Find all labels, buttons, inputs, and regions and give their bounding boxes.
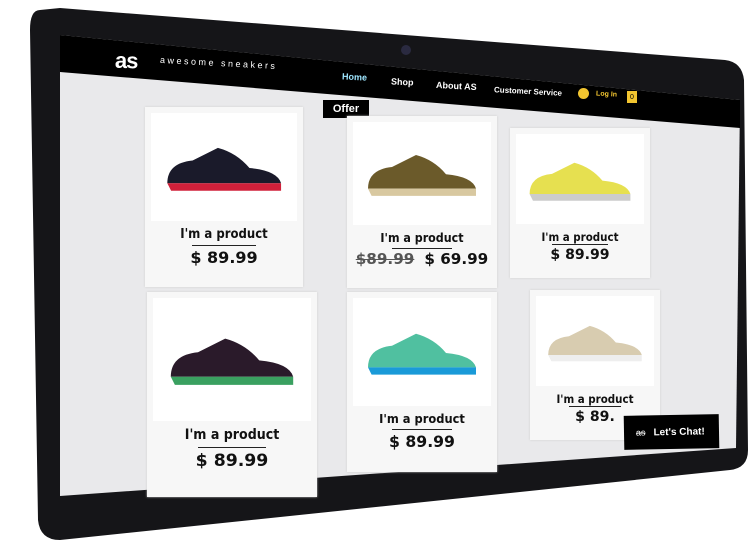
divider bbox=[392, 429, 452, 431]
sneaker-image bbox=[167, 148, 281, 192]
product-image[interactable] bbox=[353, 122, 491, 225]
product-card[interactable]: I'm a product $89.99 $ 69.99 bbox=[347, 116, 497, 288]
sneaker-image bbox=[170, 339, 294, 386]
price-value: $ 69.99 bbox=[424, 250, 489, 269]
divider bbox=[569, 406, 621, 408]
divider bbox=[552, 244, 608, 246]
product-name[interactable]: I'm a product bbox=[510, 230, 650, 244]
cart-icon[interactable]: 0 bbox=[627, 91, 637, 103]
user-icon[interactable] bbox=[578, 88, 589, 99]
product-card[interactable]: I'm a product $ 89.99 bbox=[347, 292, 497, 472]
product-card[interactable]: I'm a product $ 89.99 bbox=[510, 128, 650, 278]
login-link[interactable]: Log In bbox=[596, 90, 617, 98]
old-price: $89.99 bbox=[355, 250, 415, 269]
product-price: $ 89.99 bbox=[347, 432, 497, 451]
product-name[interactable]: I'm a product bbox=[347, 412, 497, 427]
nav-shop[interactable]: Shop bbox=[391, 76, 414, 87]
nav-home[interactable]: Home bbox=[342, 71, 368, 82]
product-image[interactable] bbox=[151, 113, 297, 221]
product-price: $ 89.99 bbox=[510, 247, 650, 263]
camera-icon bbox=[401, 45, 411, 55]
divider bbox=[198, 447, 266, 449]
product-name[interactable]: I'm a product bbox=[530, 392, 660, 406]
product-image[interactable] bbox=[153, 298, 311, 421]
price-value: $ 89.99 bbox=[195, 450, 269, 471]
chat-label: Let's Chat! bbox=[653, 425, 705, 438]
product-name[interactable]: I'm a product bbox=[347, 231, 497, 245]
chat-logo: as bbox=[635, 427, 646, 438]
divider bbox=[392, 247, 452, 249]
logo[interactable]: as bbox=[115, 48, 138, 75]
product-card[interactable]: I'm a product $ 89.99 bbox=[145, 107, 303, 287]
chat-button[interactable]: as Let's Chat! bbox=[623, 414, 720, 450]
price-value: $ 89.99 bbox=[190, 248, 258, 267]
price-value: $ 89.99 bbox=[389, 432, 455, 452]
product-price: $ 89.99 bbox=[145, 248, 303, 267]
product-card[interactable]: I'm a product $ 89.99 bbox=[147, 292, 317, 497]
product-image[interactable] bbox=[353, 298, 491, 406]
divider bbox=[192, 245, 256, 246]
sneaker-image bbox=[368, 334, 476, 375]
product-price: $89.99 $ 69.99 bbox=[347, 250, 497, 268]
price-value: $ 89.99 bbox=[550, 247, 610, 264]
sneaker-image bbox=[548, 325, 642, 361]
nav-about[interactable]: About AS bbox=[436, 80, 477, 92]
product-image[interactable] bbox=[516, 134, 644, 224]
sneaker-image bbox=[368, 155, 476, 197]
product-name[interactable]: I'm a product bbox=[147, 427, 317, 443]
price-value: $ 89. bbox=[575, 409, 615, 426]
product-image[interactable] bbox=[536, 296, 654, 386]
product-price: $ 89.99 bbox=[147, 451, 317, 471]
sneaker-image bbox=[529, 162, 631, 201]
product-name[interactable]: I'm a product bbox=[145, 227, 303, 242]
